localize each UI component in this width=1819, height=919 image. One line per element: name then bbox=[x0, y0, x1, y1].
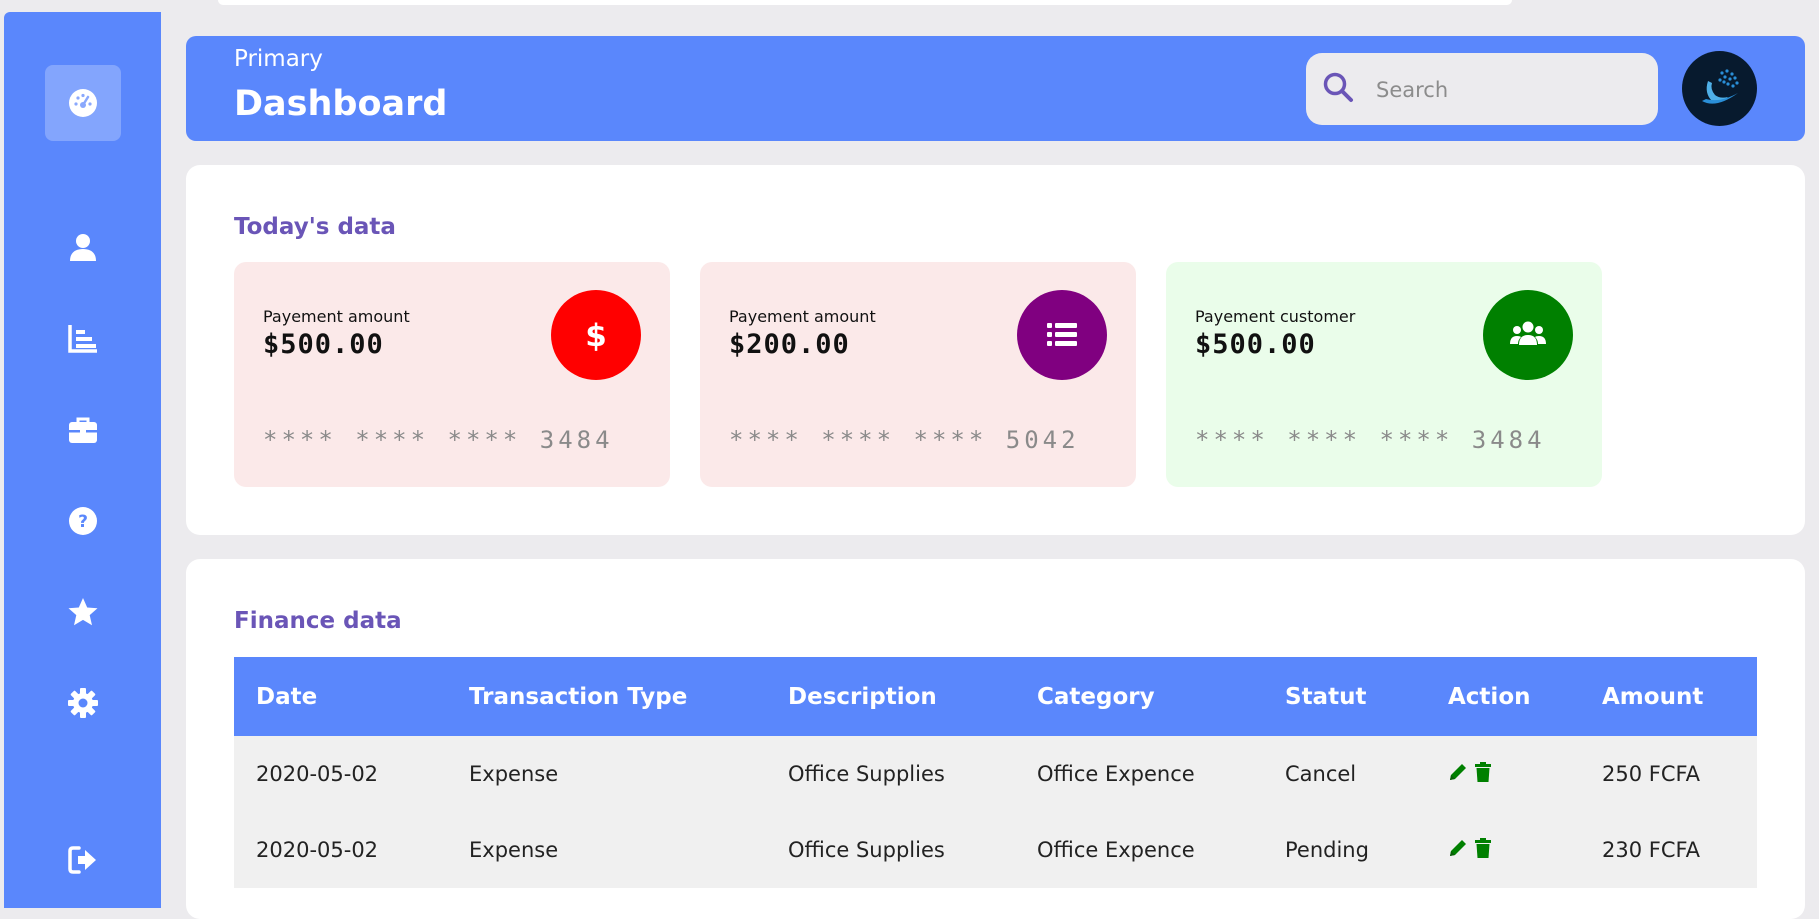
cell-description: Office Supplies bbox=[766, 812, 1015, 888]
column-header-transaction-type[interactable]: Transaction Type bbox=[447, 657, 766, 736]
dashboard-gauge-icon bbox=[69, 89, 97, 117]
users-icon bbox=[1510, 321, 1546, 345]
cell-category: Office Expence bbox=[1015, 812, 1263, 888]
cell-date: 2020-05-02 bbox=[234, 812, 447, 888]
table-header-row: Date Transaction Type Description Catego… bbox=[234, 657, 1757, 736]
cell-action bbox=[1426, 736, 1580, 812]
list-icon bbox=[1047, 323, 1077, 346]
edit-pencil-icon[interactable] bbox=[1448, 838, 1468, 858]
cell-action bbox=[1426, 812, 1580, 888]
briefcase-icon bbox=[69, 417, 97, 443]
section-title-finance: Finance data bbox=[234, 608, 402, 634]
payment-card[interactable]: Payement amount $200.00 **** **** **** 5… bbox=[700, 262, 1136, 487]
column-header-date[interactable]: Date bbox=[234, 657, 447, 736]
cell-amount: 250 FCFA bbox=[1580, 736, 1757, 812]
avatar[interactable] bbox=[1682, 51, 1757, 126]
sidebar-item-briefcase[interactable] bbox=[45, 392, 121, 468]
page-header: Primary Dashboard bbox=[186, 36, 1805, 141]
card-amount: $500.00 bbox=[1195, 329, 1316, 360]
payment-card[interactable]: Payement amount $500.00 **** **** **** 3… bbox=[234, 262, 670, 487]
table-row[interactable]: 2020-05-02 Expense Office Supplies Offic… bbox=[234, 812, 1757, 888]
finance-table: Date Transaction Type Description Catego… bbox=[234, 657, 1757, 888]
card-number: **** **** **** 3484 bbox=[263, 426, 614, 454]
cell-status: Pending bbox=[1263, 812, 1426, 888]
star-icon bbox=[68, 598, 98, 626]
header-subtitle: Primary bbox=[234, 46, 323, 72]
card-label: Payement amount bbox=[729, 307, 876, 326]
search-input[interactable] bbox=[1374, 53, 1648, 127]
column-header-category[interactable]: Category bbox=[1015, 657, 1263, 736]
page-title: Dashboard bbox=[234, 84, 448, 124]
section-title-today: Today's data bbox=[234, 214, 396, 240]
table-row[interactable]: 2020-05-02 Expense Office Supplies Offic… bbox=[234, 736, 1757, 812]
cell-date: 2020-05-02 bbox=[234, 736, 447, 812]
cell-description: Office Supplies bbox=[766, 736, 1015, 812]
dollar-icon: $ bbox=[585, 318, 607, 353]
user-icon bbox=[70, 234, 96, 261]
card-icon-circle: $ bbox=[551, 290, 641, 380]
todays-data-panel: Today's data Payement amount $500.00 ***… bbox=[186, 165, 1805, 535]
gear-icon bbox=[68, 688, 98, 718]
sidebar-item-logout[interactable] bbox=[45, 822, 121, 898]
card-label: Payement customer bbox=[1195, 307, 1356, 326]
finance-data-panel: Finance data Date Transaction Type Descr… bbox=[186, 559, 1805, 919]
card-number: **** **** **** 5042 bbox=[729, 426, 1080, 454]
bar-chart-icon bbox=[68, 325, 97, 353]
delete-trash-icon[interactable] bbox=[1474, 837, 1492, 858]
sidebar-item-help[interactable]: ? bbox=[45, 483, 121, 559]
cell-amount: 230 FCFA bbox=[1580, 812, 1757, 888]
card-number: **** **** **** 3484 bbox=[1195, 426, 1546, 454]
search-box[interactable] bbox=[1306, 53, 1658, 127]
logout-icon bbox=[68, 846, 96, 874]
cell-transaction-type: Expense bbox=[447, 812, 766, 888]
sidebar-item-chart[interactable] bbox=[45, 300, 121, 376]
card-amount: $200.00 bbox=[729, 329, 850, 360]
card-amount: $500.00 bbox=[263, 329, 384, 360]
card-icon-circle bbox=[1483, 290, 1573, 380]
sidebar: ? bbox=[4, 12, 161, 908]
column-header-action[interactable]: Action bbox=[1426, 657, 1580, 736]
cell-status: Cancel bbox=[1263, 736, 1426, 812]
avatar-logo-icon bbox=[1702, 69, 1739, 104]
card-label: Payement amount bbox=[263, 307, 410, 326]
sidebar-item-dashboard[interactable] bbox=[45, 65, 121, 141]
cell-category: Office Expence bbox=[1015, 736, 1263, 812]
svg-text:?: ? bbox=[78, 512, 88, 532]
top-strip bbox=[218, 0, 1512, 5]
svg-text:$: $ bbox=[585, 318, 607, 353]
sidebar-item-settings[interactable] bbox=[45, 665, 121, 741]
cell-transaction-type: Expense bbox=[447, 736, 766, 812]
customer-card[interactable]: Payement customer $500.00 **** **** ****… bbox=[1166, 262, 1602, 487]
edit-pencil-icon[interactable] bbox=[1448, 762, 1468, 782]
sidebar-item-favorites[interactable] bbox=[45, 574, 121, 650]
delete-trash-icon[interactable] bbox=[1474, 761, 1492, 782]
sidebar-item-user[interactable] bbox=[45, 209, 121, 285]
column-header-amount[interactable]: Amount bbox=[1580, 657, 1757, 736]
help-icon: ? bbox=[69, 507, 97, 535]
search-icon[interactable] bbox=[1322, 71, 1354, 103]
column-header-status[interactable]: Statut bbox=[1263, 657, 1426, 736]
card-icon-circle bbox=[1017, 290, 1107, 380]
column-header-description[interactable]: Description bbox=[766, 657, 1015, 736]
